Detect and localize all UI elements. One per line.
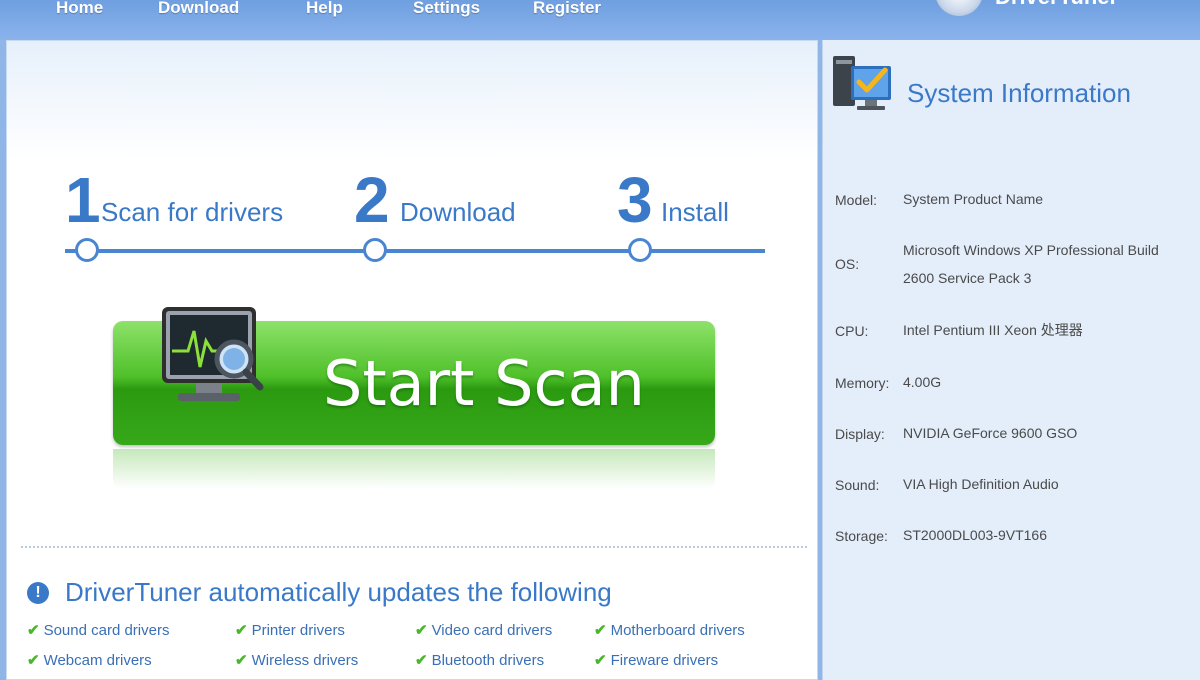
system-info-sidebar: System Information Model: System Product… xyxy=(822,40,1200,680)
model-value: System Product Name xyxy=(903,191,1044,207)
memory-label: Memory: xyxy=(835,375,890,391)
sound-value: VIA High Definition Audio xyxy=(903,476,1059,492)
feature-item: ✔ Printer drivers xyxy=(235,621,345,639)
top-nav-bar: Home Download Help Settings Register Dri… xyxy=(0,0,1200,40)
check-icon: ✔ xyxy=(594,652,607,669)
nav-download[interactable]: Download xyxy=(158,0,239,18)
step-1-marker xyxy=(75,238,99,262)
brand: DriverTuner xyxy=(935,0,1185,16)
feature-item: ✔ Webcam drivers xyxy=(27,651,152,669)
info-icon: ! xyxy=(27,582,49,604)
nav-help[interactable]: Help xyxy=(306,0,343,18)
feature-item: ✔ Bluetooth drivers xyxy=(415,651,544,669)
step-3-marker xyxy=(628,238,652,262)
memory-value: 4.00G xyxy=(903,374,942,390)
storage-value: ST2000DL003-9VT166 xyxy=(903,527,1047,543)
display-label: Display: xyxy=(835,426,885,442)
nav-home[interactable]: Home xyxy=(56,0,103,18)
feature-item: ✔ Wireless drivers xyxy=(235,651,358,669)
check-icon: ✔ xyxy=(415,652,428,669)
step-1-label: Scan for drivers xyxy=(101,197,284,227)
check-icon: ✔ xyxy=(415,622,428,639)
cpu-label: CPU: xyxy=(835,323,869,339)
feature-label: Bluetooth drivers xyxy=(431,652,545,669)
feature-item: ✔ Motherboard drivers xyxy=(594,621,745,639)
step-3-label: Install xyxy=(661,197,729,227)
start-scan-button[interactable]: Start Scan xyxy=(113,307,715,445)
step-2-number: 2 xyxy=(354,164,390,236)
feature-label: Printer drivers xyxy=(251,622,345,639)
step-3-number: 3 xyxy=(617,164,653,236)
feature-label: Motherboard drivers xyxy=(610,622,745,639)
brand-name: DriverTuner xyxy=(995,0,1118,10)
check-icon: ✔ xyxy=(235,652,248,669)
check-icon: ✔ xyxy=(594,622,607,639)
check-icon: ✔ xyxy=(27,652,40,669)
main-panel: 1 Scan for drivers 2 Download 3 Install … xyxy=(6,40,818,680)
feature-label: Sound card drivers xyxy=(43,622,170,639)
model-label: Model: xyxy=(835,192,878,208)
monitor-scan-icon xyxy=(162,307,264,401)
os-label: OS: xyxy=(835,256,860,272)
system-info-title: System Information xyxy=(907,78,1131,108)
step-2-label: Download xyxy=(400,197,516,227)
check-icon: ✔ xyxy=(235,622,248,639)
feature-label: Video card drivers xyxy=(431,622,553,639)
cpu-value: Intel Pentium III Xeon 处理器 xyxy=(903,322,1083,338)
progress-track xyxy=(65,249,765,253)
nav-register[interactable]: Register xyxy=(533,0,601,18)
nav-settings[interactable]: Settings xyxy=(413,0,480,18)
check-icon: ✔ xyxy=(27,622,40,639)
computer-check-icon xyxy=(833,56,891,110)
sound-label: Sound: xyxy=(835,477,880,493)
storage-label: Storage: xyxy=(835,528,888,544)
feature-item: ✔ Video card drivers xyxy=(415,621,552,639)
feature-item: ✔ Fireware drivers xyxy=(594,651,718,669)
step-1-number: 1 xyxy=(65,164,101,236)
start-scan-label: Start Scan xyxy=(323,347,645,420)
section-divider xyxy=(21,546,807,548)
step-2-marker xyxy=(363,238,387,262)
feature-label: Wireless drivers xyxy=(251,652,359,669)
button-reflection xyxy=(113,449,715,489)
display-value: NVIDIA GeForce 9600 GSO xyxy=(903,425,1078,441)
updates-title: DriverTuner automatically updates the fo… xyxy=(65,577,612,607)
feature-label: Webcam drivers xyxy=(43,652,152,669)
feature-label: Fireware drivers xyxy=(610,652,719,669)
feature-item: ✔ Sound card drivers xyxy=(27,621,169,639)
brand-logo-icon xyxy=(935,0,983,16)
os-value: Microsoft Windows XP Professional Build … xyxy=(903,242,1159,286)
